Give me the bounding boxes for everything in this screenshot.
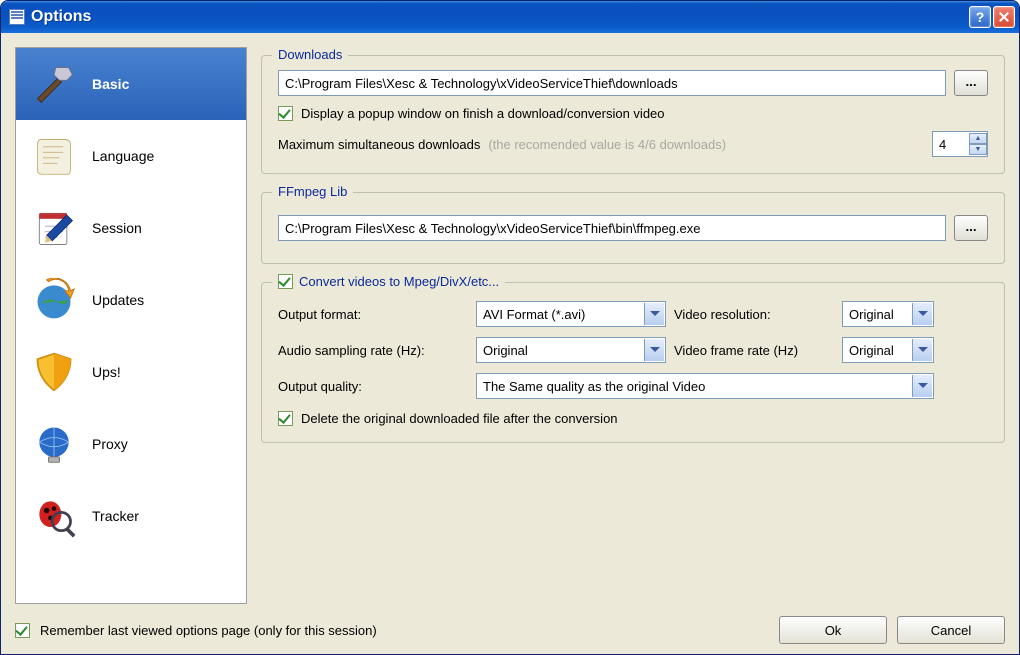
- cancel-button[interactable]: Cancel: [897, 616, 1005, 644]
- chevron-down-icon: [912, 339, 932, 361]
- sidebar-item-label: Proxy: [92, 436, 128, 452]
- video-frame-rate-value: Original: [849, 343, 911, 358]
- downloads-path-input[interactable]: [278, 70, 946, 96]
- output-quality-select[interactable]: The Same quality as the original Video: [476, 373, 934, 399]
- sidebar-item-label: Language: [92, 148, 154, 164]
- sidebar-item-updates[interactable]: Updates: [16, 264, 246, 336]
- output-format-select[interactable]: AVI Format (*.avi): [476, 301, 666, 327]
- window-buttons: ?: [969, 6, 1015, 28]
- bug-magnifier-icon: [30, 492, 78, 540]
- chevron-down-icon: [912, 375, 932, 397]
- output-format-value: AVI Format (*.avi): [483, 307, 643, 322]
- audio-rate-label: Audio sampling rate (Hz):: [278, 343, 468, 358]
- delete-original-label: Delete the original downloaded file afte…: [301, 411, 618, 426]
- ffmpeg-group-title: FFmpeg Lib: [272, 184, 353, 199]
- popup-checkbox[interactable]: [278, 106, 293, 121]
- hammer-icon: [30, 60, 78, 108]
- sidebar: Basic Language Session: [15, 47, 247, 604]
- globe-network-icon: [30, 420, 78, 468]
- sidebar-item-ups[interactable]: Ups!: [16, 336, 246, 408]
- spinner-down-icon[interactable]: ▼: [969, 144, 987, 155]
- chevron-down-icon: [644, 303, 664, 325]
- sidebar-item-label: Session: [92, 220, 142, 236]
- output-quality-label: Output quality:: [278, 379, 468, 394]
- popup-label: Display a popup window on finish a downl…: [301, 106, 665, 121]
- scroll-icon: [30, 132, 78, 180]
- audio-rate-value: Original: [483, 343, 643, 358]
- max-downloads-spinner[interactable]: ▲ ▼: [932, 131, 988, 157]
- ffmpeg-group: FFmpeg Lib ...: [261, 192, 1005, 264]
- footer: Remember last viewed options page (only …: [15, 604, 1005, 644]
- ffmpeg-browse-button[interactable]: ...: [954, 215, 988, 241]
- output-format-label: Output format:: [278, 307, 468, 322]
- downloads-group-title: Downloads: [272, 47, 348, 62]
- help-button[interactable]: ?: [969, 6, 991, 28]
- shield-icon: [30, 348, 78, 396]
- options-window: Options ? Basic Language: [0, 0, 1020, 655]
- chevron-down-icon: [644, 339, 664, 361]
- downloads-browse-button[interactable]: ...: [954, 70, 988, 96]
- sidebar-item-label: Tracker: [92, 508, 139, 524]
- close-button[interactable]: [993, 6, 1015, 28]
- downloads-group: Downloads ... Display a popup window on …: [261, 55, 1005, 174]
- window-title: Options: [31, 8, 969, 26]
- max-downloads-hint: (the recomended value is 4/6 downloads): [488, 137, 726, 152]
- titlebar[interactable]: Options ?: [1, 1, 1019, 33]
- convert-group: Convert videos to Mpeg/DivX/etc... Outpu…: [261, 282, 1005, 443]
- content-area: Basic Language Session: [1, 33, 1019, 654]
- sidebar-item-basic[interactable]: Basic: [16, 48, 246, 120]
- globe-refresh-icon: [30, 276, 78, 324]
- spinner-up-icon[interactable]: ▲: [969, 133, 987, 144]
- delete-original-checkbox[interactable]: [278, 411, 293, 426]
- max-downloads-value[interactable]: [933, 137, 967, 152]
- convert-group-title: Convert videos to Mpeg/DivX/etc...: [272, 274, 505, 289]
- app-icon: [9, 9, 25, 25]
- output-quality-value: The Same quality as the original Video: [483, 379, 911, 394]
- sidebar-item-language[interactable]: Language: [16, 120, 246, 192]
- audio-rate-select[interactable]: Original: [476, 337, 666, 363]
- sidebar-item-label: Ups!: [92, 364, 121, 380]
- video-frame-rate-select[interactable]: Original: [842, 337, 934, 363]
- sidebar-item-label: Basic: [92, 76, 129, 92]
- chevron-down-icon: [912, 303, 932, 325]
- sidebar-item-session[interactable]: Session: [16, 192, 246, 264]
- ok-button[interactable]: Ok: [779, 616, 887, 644]
- remember-checkbox[interactable]: [15, 623, 30, 638]
- video-resolution-select[interactable]: Original: [842, 301, 934, 327]
- video-resolution-label: Video resolution:: [674, 307, 834, 322]
- convert-checkbox[interactable]: [278, 274, 293, 289]
- ffmpeg-path-input[interactable]: [278, 215, 946, 241]
- max-downloads-label: Maximum simultaneous downloads: [278, 137, 480, 152]
- sidebar-item-label: Updates: [92, 292, 144, 308]
- remember-label: Remember last viewed options page (only …: [40, 623, 377, 638]
- sidebar-item-tracker[interactable]: Tracker: [16, 480, 246, 552]
- notepad-pen-icon: [30, 204, 78, 252]
- convert-title-label: Convert videos to Mpeg/DivX/etc...: [299, 274, 499, 289]
- video-resolution-value: Original: [849, 307, 911, 322]
- video-frame-rate-label: Video frame rate (Hz): [674, 343, 834, 358]
- sidebar-item-proxy[interactable]: Proxy: [16, 408, 246, 480]
- options-panel: Downloads ... Display a popup window on …: [261, 47, 1005, 604]
